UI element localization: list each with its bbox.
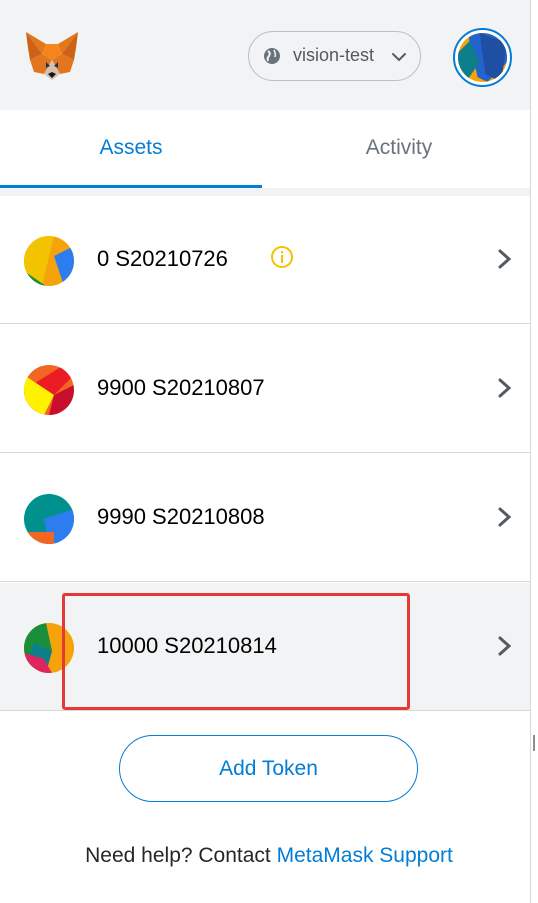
asset-amount: 10000 S20210814 <box>97 633 277 658</box>
help-prefix: Need help? Contact <box>85 844 277 867</box>
chevron-right-icon <box>496 635 514 657</box>
asset-amount: 9990 S20210808 <box>97 504 265 529</box>
asset-row-1[interactable]: 9900 S20210807 <box>0 325 530 453</box>
asset-amount: 0 S20210726 <box>97 246 228 271</box>
token-identicon <box>24 623 74 673</box>
app-header: vision-test <box>0 0 530 111</box>
chevron-down-icon <box>391 49 407 65</box>
background-edge <box>532 735 538 751</box>
asset-row-2[interactable]: 9990 S20210808 <box>0 454 530 582</box>
token-identicon <box>24 365 74 415</box>
network-selector[interactable]: vision-test <box>248 31 421 81</box>
asset-row-3[interactable]: 10000 S20210814 <box>0 583 530 711</box>
network-name: vision-test <box>293 45 375 65</box>
asset-row-0[interactable]: 0 S20210726 <box>0 196 530 324</box>
warning-info-icon[interactable] <box>270 245 294 269</box>
wallet-popup: vision-test Assets Activity 0 S20210726 … <box>0 0 531 903</box>
chevron-right-icon <box>496 377 514 399</box>
tab-assets[interactable]: Assets <box>0 110 262 188</box>
asset-amount: 9900 S20210807 <box>97 375 265 400</box>
token-identicon <box>24 236 74 286</box>
metamask-fox-logo[interactable] <box>24 30 80 82</box>
chevron-right-icon <box>496 248 514 270</box>
account-avatar[interactable] <box>453 28 512 87</box>
tab-activity[interactable]: Activity <box>268 110 530 188</box>
metamask-support-link[interactable]: MetaMask Support <box>277 844 453 867</box>
tab-divider <box>0 188 530 196</box>
tab-bar: Assets Activity <box>0 110 530 188</box>
add-token-button[interactable]: Add Token <box>119 735 418 802</box>
globe-icon <box>263 47 281 65</box>
chevron-right-icon <box>496 506 514 528</box>
help-text: Need help? Contact MetaMask Support <box>0 844 538 868</box>
token-identicon <box>24 494 74 544</box>
